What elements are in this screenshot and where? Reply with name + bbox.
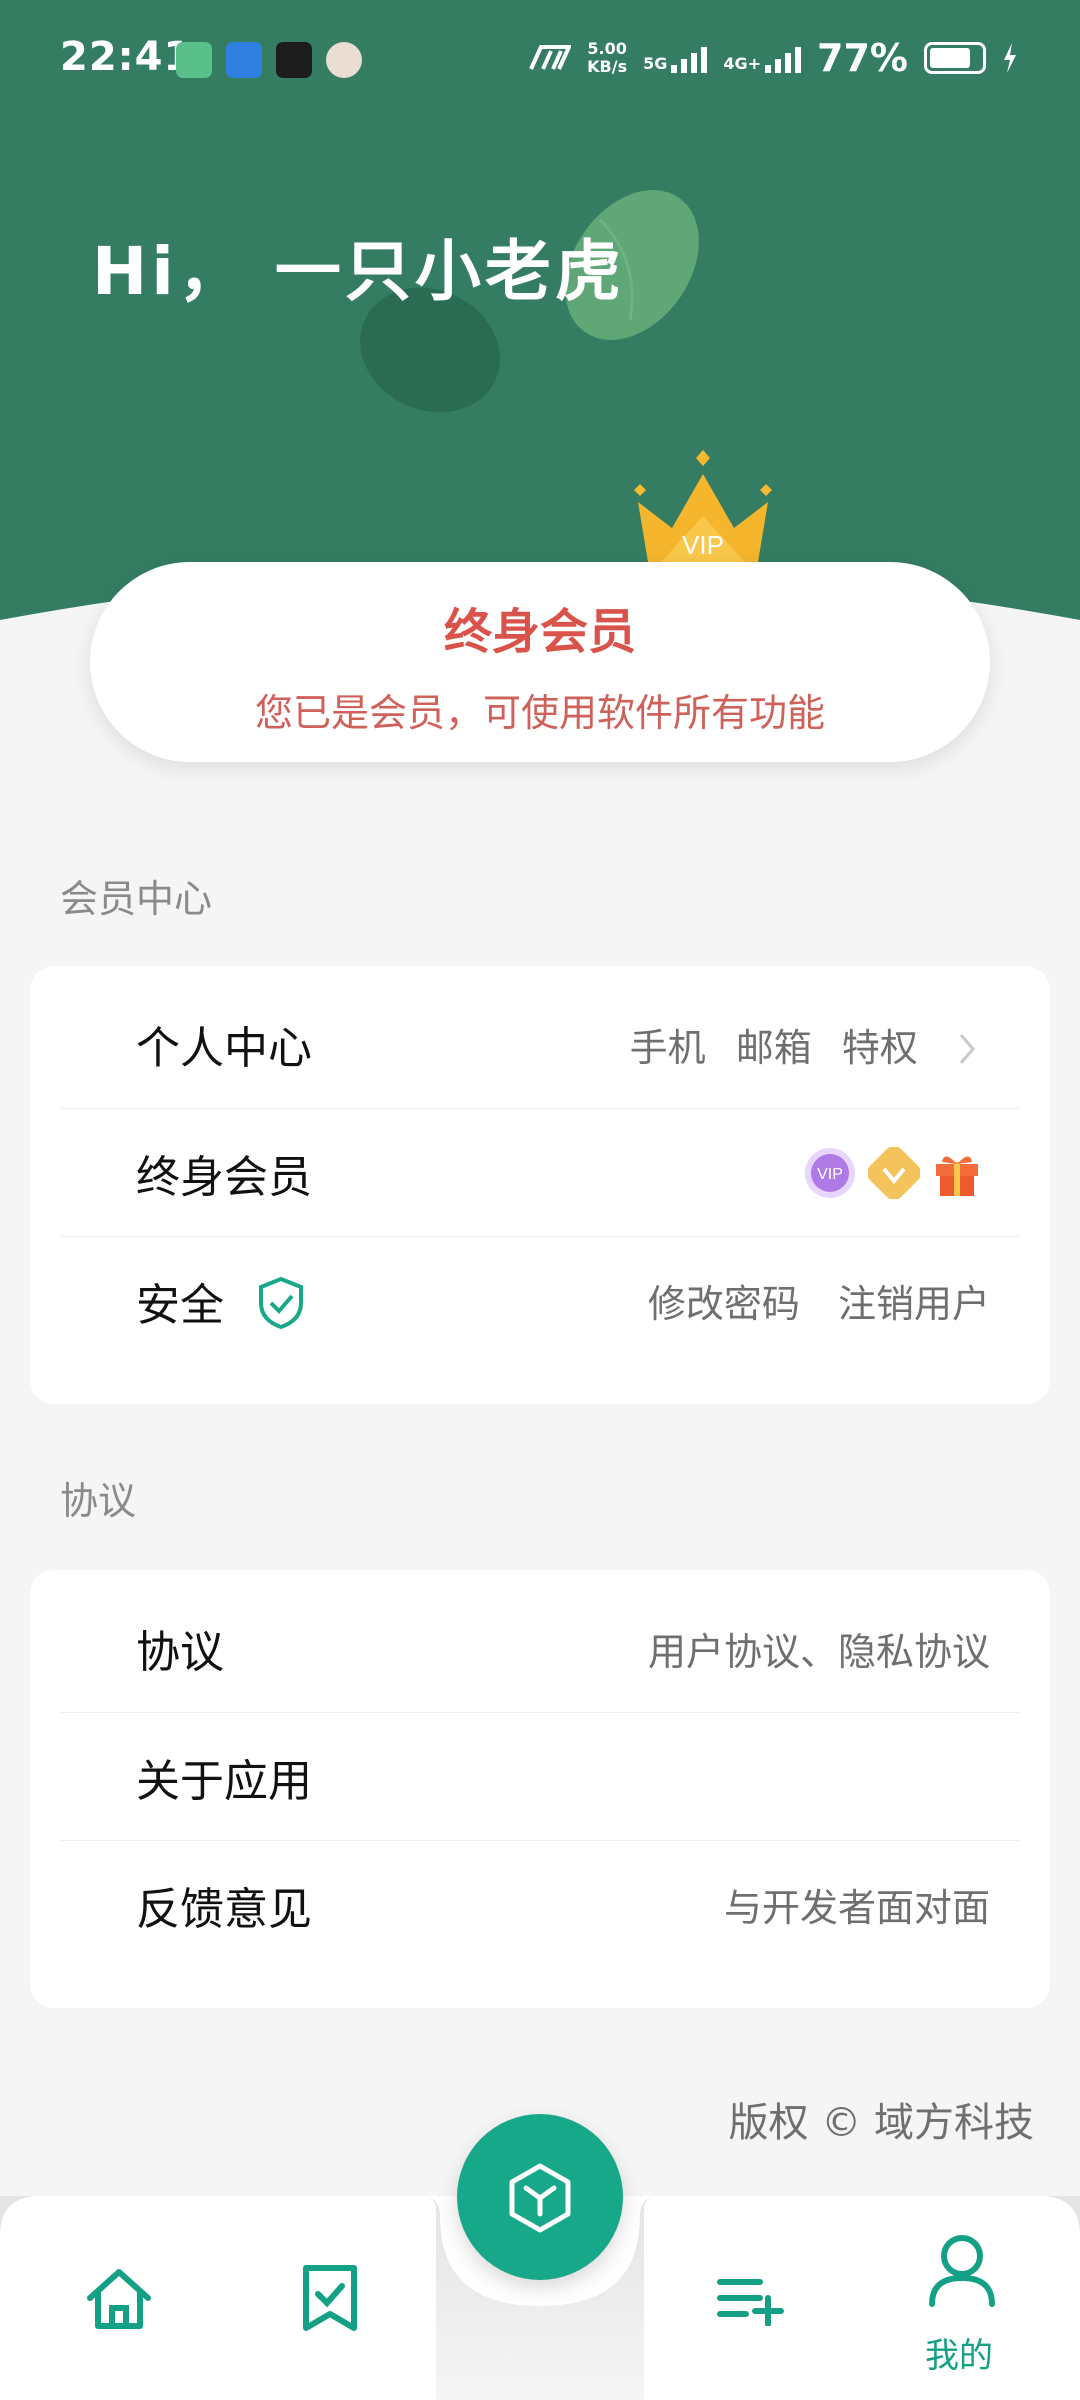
row-label: 关于应用: [136, 1755, 312, 1807]
value-phone: 手机: [629, 1025, 706, 1070]
user-icon[interactable]: [926, 2232, 998, 2308]
nav-label-mine[interactable]: 我的: [925, 2328, 993, 2377]
row-label: 安全: [136, 1269, 306, 1333]
svg-text:VIP: VIP: [682, 530, 724, 560]
row-value: 与开发者面对面: [723, 1886, 990, 1930]
svg-text:VIP: VIP: [817, 1166, 843, 1183]
app-notification-icon: [276, 42, 312, 78]
avatar-notification-icon: [326, 42, 362, 78]
charging-icon: [1004, 43, 1016, 73]
row-feedback[interactable]: 反馈意见 与开发者面对面: [60, 1840, 1020, 1968]
member-center-card: 个人中心 手机 邮箱 特权 终身会员 VIP 安全 修改密码 注销用户: [30, 966, 1050, 1404]
vip-crown-icon: VIP: [634, 450, 772, 574]
membership-title: 终身会员: [443, 604, 636, 660]
row-value: 手机 邮箱 特权: [612, 1017, 976, 1072]
center-fab-button[interactable]: [457, 2114, 623, 2280]
gift-icon: [936, 1155, 978, 1196]
section-title-member: 会员中心: [60, 877, 213, 921]
signal-5g-icon: [671, 43, 708, 73]
row-about-app[interactable]: 关于应用: [60, 1712, 1020, 1840]
greeting-text: Hi， 一只小老虎: [92, 233, 625, 310]
change-password-link[interactable]: 修改密码: [648, 1282, 800, 1326]
network-4g-label: 4G+: [723, 54, 762, 73]
notification-icons: [176, 42, 362, 78]
section-title-agreement: 协议: [60, 1479, 137, 1523]
row-value: 修改密码 注销用户: [630, 1273, 990, 1328]
status-indicators: 5.00 KB/s 5G 4G+ 77%: [529, 36, 1018, 80]
security-label: 安全: [136, 1279, 224, 1331]
chevron-right-icon: [958, 1026, 976, 1070]
row-security[interactable]: 安全 修改密码 注销用户: [60, 1236, 1020, 1364]
net-speed-unit: KB/s: [587, 57, 628, 76]
status-bar: 22:41 5.00 KB/s 5G 4G+ 77%: [0, 0, 1080, 120]
row-label: 终身会员: [136, 1151, 312, 1203]
signal-4g-icon: [765, 43, 802, 73]
delete-account-link[interactable]: 注销用户: [838, 1282, 990, 1326]
diamond-icon: [868, 1146, 920, 1199]
row-label: 协议: [136, 1627, 224, 1678]
row-lifetime-member[interactable]: 终身会员 VIP: [60, 1108, 1020, 1236]
vip-badge-icon: VIP: [805, 1147, 855, 1198]
agreement-card: 协议 用户协议、隐私协议 关于应用 反馈意见 与开发者面对面: [30, 1570, 1050, 2008]
row-value: 用户协议、隐私协议: [647, 1629, 990, 1674]
row-agreement[interactable]: 协议 用户协议、隐私协议: [60, 1584, 1020, 1712]
cube-icon: [509, 2163, 571, 2233]
member-badges: VIP: [804, 1146, 982, 1199]
net-speed-value: 5.00: [587, 39, 627, 58]
home-icon[interactable]: [84, 2266, 154, 2332]
status-time: 22:41: [60, 34, 193, 80]
membership-card[interactable]: 终身会员 您已是会员，可使用软件所有功能: [90, 562, 990, 762]
row-label: 个人中心: [136, 1023, 312, 1074]
copyright-text: 版权 © 域方科技: [728, 2100, 1034, 2146]
row-personal-center[interactable]: 个人中心 手机 邮箱 特权: [60, 980, 1020, 1108]
value-email: 邮箱: [735, 1025, 812, 1070]
battery-percent: 77%: [817, 36, 908, 80]
battery-icon: [924, 42, 986, 74]
network-5g-label: 5G: [643, 54, 668, 73]
nfc-icon: [529, 45, 572, 70]
value-privilege: 特权: [841, 1025, 918, 1070]
playlist-add-icon[interactable]: [716, 2274, 786, 2326]
membership-subtitle: 您已是会员，可使用软件所有功能: [254, 691, 825, 735]
bookmark-check-icon[interactable]: [298, 2264, 362, 2334]
wechat-notification-icon: [176, 42, 212, 78]
shield-check-icon: [259, 1276, 303, 1329]
row-label: 反馈意见: [136, 1883, 312, 1935]
hotspot-notification-icon: [226, 42, 262, 78]
